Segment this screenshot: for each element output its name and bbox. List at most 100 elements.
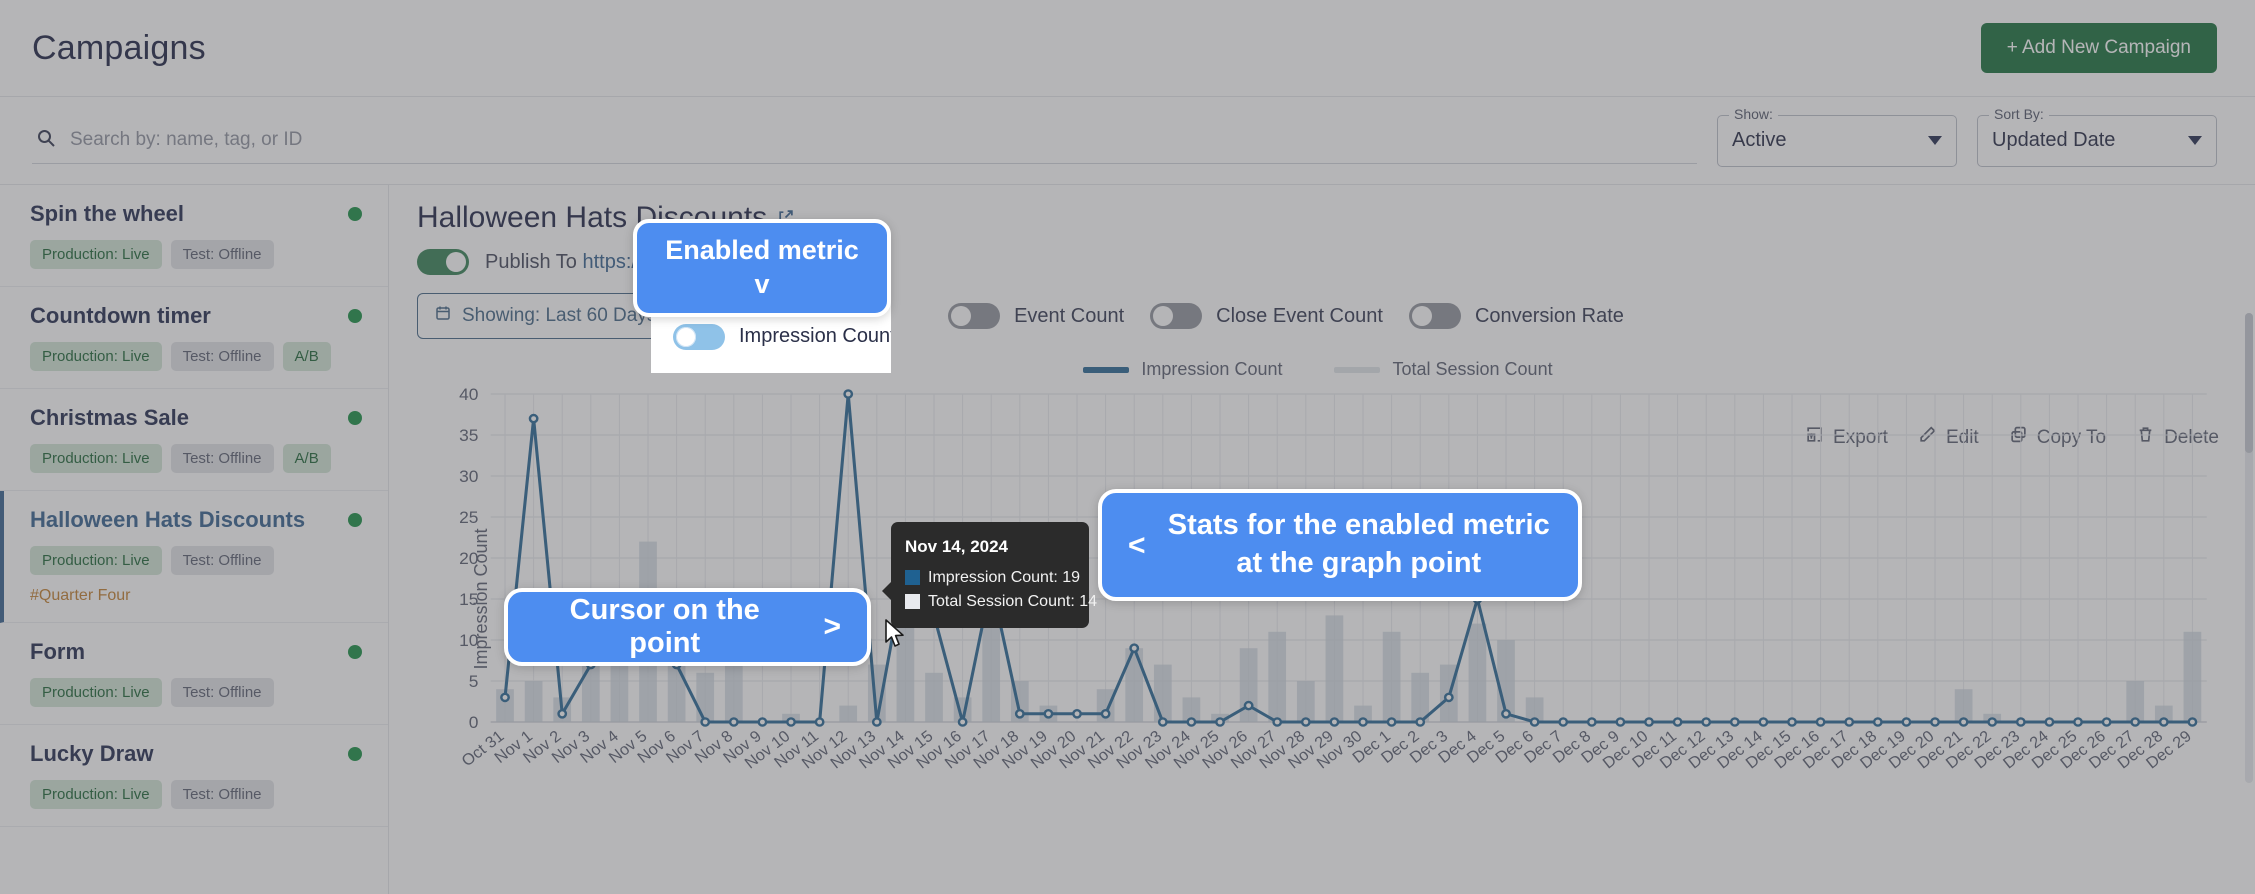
close-event-count-switch[interactable] [1150, 303, 1203, 329]
campaign-badges: Production: Live Test: Offline A/B [30, 444, 362, 473]
campaign-header: Halloween Hats Discounts [30, 507, 362, 533]
sort-by-value: Updated Date [1992, 129, 2116, 151]
list-item-selected[interactable]: Halloween Hats Discounts Production: Liv… [0, 491, 388, 623]
status-badge: Test: Offline [170, 240, 274, 269]
campaign-name: Form [30, 639, 85, 664]
publish-label-text: Publish To [485, 250, 577, 273]
add-new-campaign-button[interactable]: + Add New Campaign [1980, 23, 2217, 73]
show-filter-select[interactable]: Show: Active [1717, 105, 1957, 167]
legend-item-total-session-count[interactable]: Total Session Count [1334, 359, 1553, 380]
tooltip-date: Nov 14, 2024 [905, 537, 1009, 556]
metric-toggle-event-count[interactable]: Event Count [948, 303, 1124, 329]
legend-label: Total Session Count [1392, 359, 1553, 379]
callout-enabled-metric-line1: Enabled metric [665, 235, 859, 266]
show-filter-value: Active [1732, 129, 1787, 151]
status-badge: Test: Offline [170, 780, 274, 809]
status-badge: Test: Offline [170, 546, 274, 575]
chart-tooltip: Nov 14, 2024 Impression Count: 19 Total … [882, 522, 1097, 628]
status-dot-icon [348, 207, 362, 221]
publish-label: Publish To https:// [485, 251, 643, 274]
legend-swatch-impression [1083, 366, 1130, 373]
callout-cursor-on-point: Cursor on the point > [504, 588, 871, 666]
campaigns-page: Campaigns + Add New Campaign Show: Activ… [0, 0, 2255, 894]
callout-cursor-text: Cursor on the point [569, 594, 760, 659]
metric-toggle-close-event-count[interactable]: Close Event Count [1150, 303, 1383, 329]
status-badge: Test: Offline [170, 342, 274, 371]
campaign-badges: Production: Live Test: Offline [30, 780, 362, 809]
svg-text:40: 40 [459, 384, 478, 404]
campaign-list-sidebar[interactable]: Spin the wheel Production: Live Test: Of… [0, 185, 389, 894]
impression-count-switch-highlighted[interactable] [673, 323, 725, 350]
tooltip-session-text: Total Session Count: 14 [928, 592, 1097, 610]
svg-text:0: 0 [469, 712, 479, 732]
sort-by-legend: Sort By: [1989, 105, 2049, 122]
campaign-header: Countdown timer [30, 303, 362, 329]
status-dot-icon [348, 411, 362, 425]
date-range-label: Showing: Last 60 Days [462, 305, 657, 326]
status-dot-icon [348, 513, 362, 527]
campaign-badges: Production: Live Test: Offline [30, 678, 362, 707]
event-count-switch[interactable] [948, 303, 1001, 329]
svg-text:5: 5 [469, 671, 479, 691]
svg-text:30: 30 [459, 466, 478, 486]
status-badge: Production: Live [30, 678, 162, 707]
chart-scrollbar[interactable] [2245, 313, 2253, 783]
svg-text:25: 25 [459, 507, 478, 527]
svg-text:35: 35 [459, 425, 478, 445]
campaign-badges: Production: Live Test: Offline A/B [30, 342, 362, 371]
status-dot-icon [348, 309, 362, 323]
ab-badge: A/B [282, 444, 331, 473]
campaign-header: Spin the wheel [30, 201, 362, 227]
tooltip-row: Impression Count: 19 [905, 566, 1080, 590]
calendar-icon [434, 304, 452, 328]
campaign-name: Christmas Sale [30, 405, 189, 430]
filter-bar: Show: Active Sort By: Updated Date [0, 97, 2255, 185]
status-badge: Production: Live [30, 780, 162, 809]
list-item[interactable]: Christmas Sale Production: Live Test: Of… [0, 389, 388, 491]
callout-enabled-metric: Enabled metric v [633, 219, 891, 317]
ab-badge: A/B [282, 342, 331, 371]
legend-swatch-session [1334, 366, 1381, 373]
campaign-name: Countdown timer [30, 303, 211, 328]
close-event-count-label: Close Event Count [1216, 304, 1383, 327]
search-field[interactable] [32, 118, 1697, 164]
status-dot-icon [348, 747, 362, 761]
y-axis-label: Impression Count [471, 528, 492, 670]
metric-toggle-conversion-rate[interactable]: Conversion Rate [1408, 303, 1624, 329]
campaign-name: Spin the wheel [30, 201, 185, 226]
campaign-tag[interactable]: #Quarter Four [30, 587, 362, 605]
sort-by-select[interactable]: Sort By: Updated Date [1977, 105, 2217, 167]
conversion-rate-label: Conversion Rate [1474, 304, 1624, 327]
campaign-name: Halloween Hats Discounts [30, 507, 306, 532]
list-item[interactable]: Countdown timer Production: Live Test: O… [0, 287, 388, 389]
status-badge: Production: Live [30, 444, 162, 473]
chevron-down-icon [1928, 136, 1942, 145]
legend-item-impression-count[interactable]: Impression Count [1083, 359, 1282, 380]
publish-toggle[interactable] [417, 249, 469, 275]
search-input[interactable] [70, 129, 1693, 151]
page-title: Campaigns [32, 28, 206, 67]
search-icon [36, 128, 56, 153]
tooltip-swatch-impression [905, 570, 920, 585]
campaign-header: Lucky Draw [30, 741, 362, 767]
campaign-badges: Production: Live Test: Offline [30, 240, 362, 269]
event-count-label: Event Count [1014, 304, 1125, 327]
status-dot-icon [348, 645, 362, 659]
callout-stats: < Stats for the enabled metric at the gr… [1098, 489, 1582, 601]
list-item[interactable]: Form Production: Live Test: Offline [0, 623, 388, 725]
campaign-badges: Production: Live Test: Offline [30, 546, 362, 575]
tooltip-swatch-session [905, 594, 920, 609]
campaign-name: Lucky Draw [30, 741, 154, 766]
status-badge: Production: Live [30, 240, 162, 269]
status-badge: Production: Live [30, 546, 162, 575]
callout-enabled-metric-chevron: v [754, 269, 770, 299]
list-item[interactable]: Lucky Draw Production: Live Test: Offlin… [0, 725, 388, 827]
list-item[interactable]: Spin the wheel Production: Live Test: Of… [0, 185, 388, 287]
campaign-header: Form [30, 639, 362, 665]
status-badge: Test: Offline [170, 444, 274, 473]
tooltip-row: Total Session Count: 14 [905, 590, 1097, 614]
callout-stats-chevron: < [1128, 528, 1146, 562]
conversion-rate-switch[interactable] [1408, 303, 1461, 329]
show-filter-legend: Show: [1729, 105, 1778, 122]
chevron-down-icon [2188, 136, 2202, 145]
